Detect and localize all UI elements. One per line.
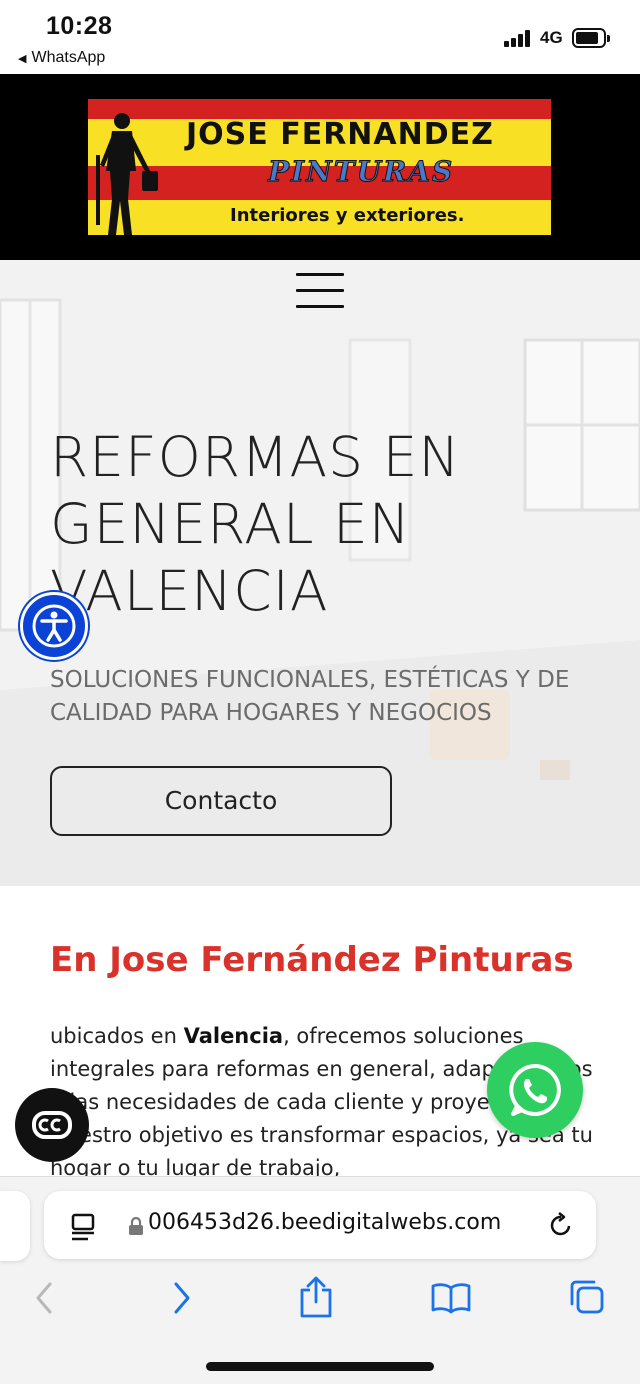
network-label: 4G <box>540 28 563 47</box>
painter-silhouette-icon <box>96 113 158 235</box>
share-icon[interactable] <box>298 1276 334 1318</box>
back-triangle-icon: ◀ <box>18 53 27 65</box>
hero-subtitle: SOLUCIONES FUNCIONALES, ESTÉTICAS Y DE C… <box>50 667 570 726</box>
accessibility-icon <box>32 604 76 648</box>
menu-hamburger-icon[interactable] <box>296 272 344 310</box>
status-time: 10:28 <box>46 12 113 40</box>
contact-button[interactable]: Contacto <box>50 766 392 836</box>
header-logo-band: JOSE FERNANDEZ PINTURAS Interiores y ext… <box>0 74 640 260</box>
about-heading: En Jose Fernández Pinturas <box>50 940 574 980</box>
logo-script-text: PINTURAS <box>267 155 455 189</box>
captions-button[interactable] <box>15 1088 89 1162</box>
about-text-city: Valencia <box>183 1024 284 1048</box>
about-text-before: ubicados en <box>50 1024 184 1048</box>
book-icon[interactable] <box>430 1282 472 1314</box>
signal-icon <box>504 30 534 47</box>
home-indicator[interactable] <box>206 1362 434 1371</box>
status-bar: 10:28 ◀ WhatsApp 4G <box>0 0 640 74</box>
site-logo[interactable]: JOSE FERNANDEZ PINTURAS Interiores y ext… <box>88 99 551 235</box>
battery-icon <box>572 28 610 48</box>
back-to-app-link[interactable]: ◀ WhatsApp <box>18 49 105 67</box>
address-bar[interactable]: 006453d26.beedigitalwebs.com <box>44 1191 596 1259</box>
accessibility-button[interactable] <box>20 592 88 660</box>
hero-title: REFORMAS EN GENERAL EN VALENCIA <box>50 425 461 623</box>
reader-icon[interactable] <box>70 1213 96 1241</box>
chevron-left-icon[interactable] <box>32 1280 56 1316</box>
whatsapp-icon <box>509 1064 561 1116</box>
url-text: 006453d26.beedigitalwebs.com <box>148 1210 502 1235</box>
reload-icon[interactable] <box>548 1211 574 1239</box>
chevron-right-icon[interactable] <box>170 1280 194 1316</box>
hero-section: REFORMAS EN GENERAL EN VALENCIA SOLUCION… <box>0 260 640 886</box>
previous-tab-peek[interactable] <box>0 1191 30 1261</box>
tabs-icon[interactable] <box>568 1278 606 1316</box>
captions-icon <box>32 1111 72 1139</box>
lock-icon <box>129 1216 143 1235</box>
logo-subtitle: Interiores y exteriores. <box>230 205 465 226</box>
logo-title: JOSE FERNANDEZ <box>186 117 494 152</box>
back-app-label: WhatsApp <box>31 49 106 66</box>
whatsapp-chat-button[interactable] <box>487 1042 583 1138</box>
